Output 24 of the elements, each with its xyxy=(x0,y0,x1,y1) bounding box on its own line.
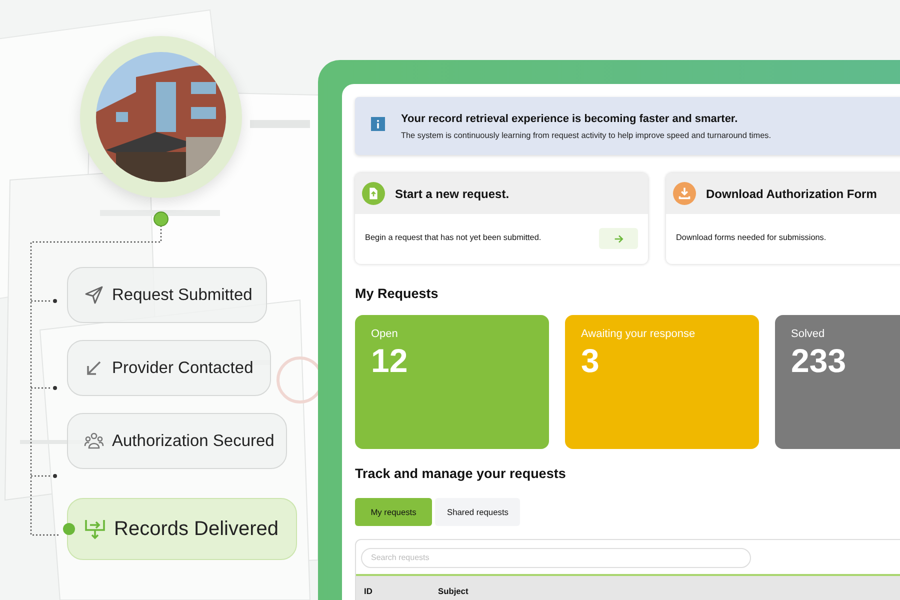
card-title: Download Authorization Form xyxy=(706,186,877,200)
column-header: Subject xyxy=(438,586,468,596)
banner-title: Your record retrieval experience is becoming faster and smarter. xyxy=(401,113,739,125)
column-header: ID xyxy=(363,586,374,596)
stat-label: Open xyxy=(371,328,399,340)
arrow-button[interactable] xyxy=(599,228,638,249)
stat-card[interactable]: Open 12 xyxy=(355,315,549,449)
stat-count: 12 xyxy=(371,342,409,380)
stat-label: Solved xyxy=(791,328,826,340)
section-title: My Requests xyxy=(355,286,440,301)
tab[interactable]: Shared requests xyxy=(435,498,520,526)
card-text: Begin a request that has not yet been submitted. xyxy=(365,233,542,242)
arrow-icon xyxy=(614,234,624,244)
stat-count: 233 xyxy=(791,342,848,380)
tab[interactable]: My requests xyxy=(355,498,432,526)
card-text: Download forms needed for submissions. xyxy=(676,233,826,242)
banner-text: The system is continuously learning from request activity to help improve speed and turnaround times. xyxy=(401,131,771,140)
stat-card[interactable]: Solved 233 xyxy=(775,315,900,449)
card-title: Start a new request. xyxy=(395,186,510,200)
stat-count: 3 xyxy=(581,342,600,380)
stat-label: Awaiting your response xyxy=(581,328,696,340)
info-icon xyxy=(371,117,385,131)
search-field[interactable]: Search requests xyxy=(361,548,751,568)
section-title: Track and manage your requests xyxy=(355,466,567,481)
